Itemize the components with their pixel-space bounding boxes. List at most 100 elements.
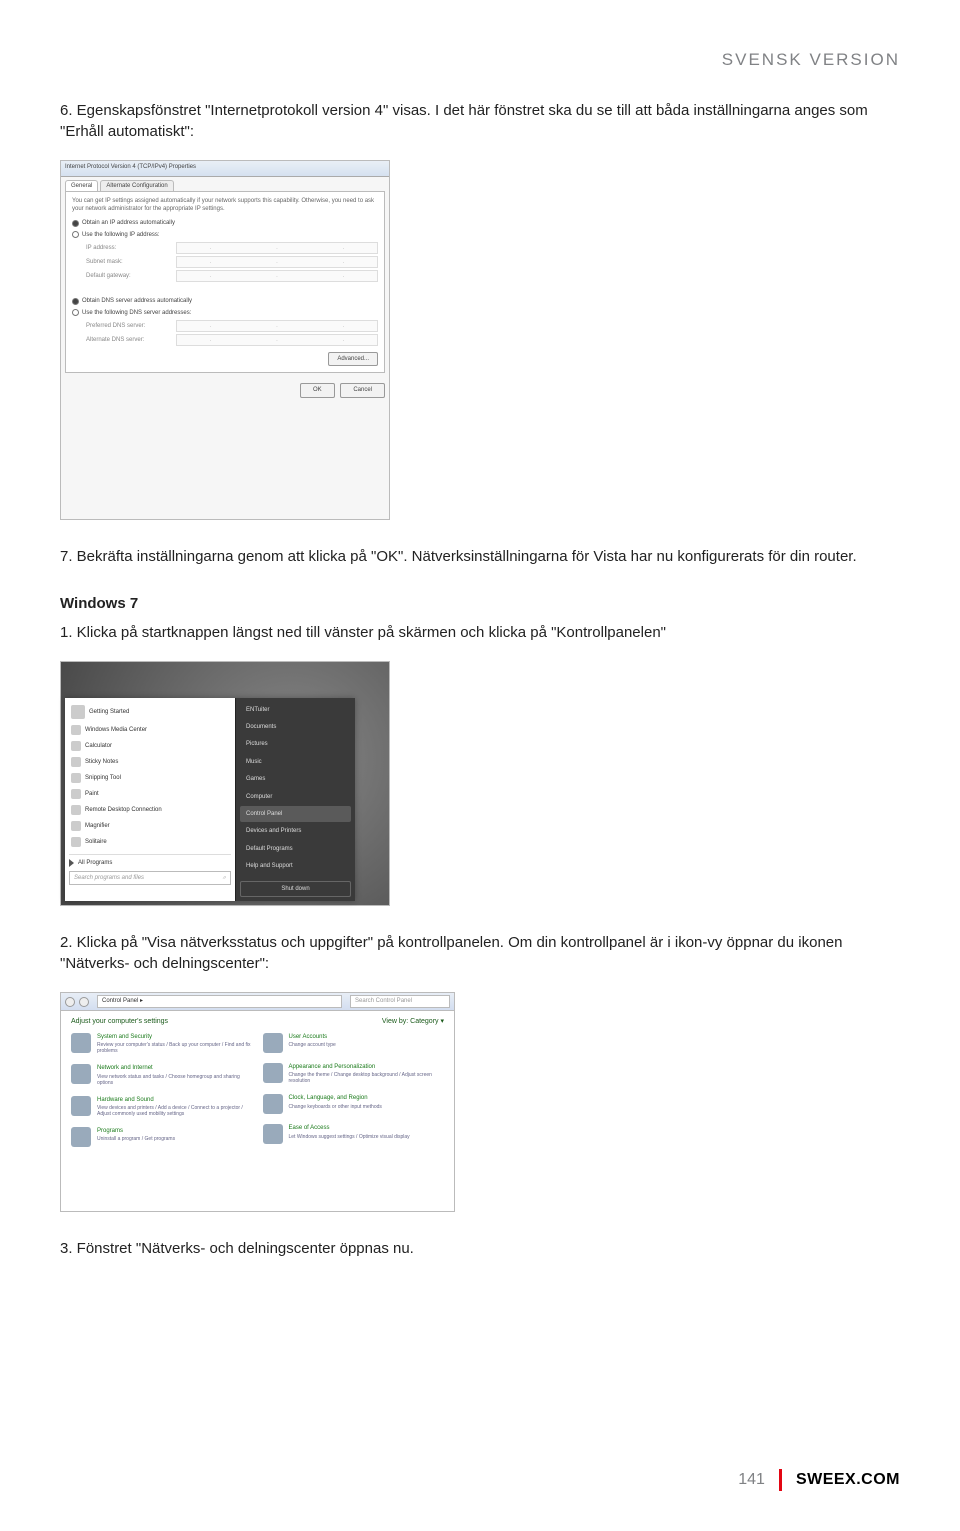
breadcrumb[interactable]: Control Panel ▸ (97, 995, 342, 1007)
ss1-body: You can get IP settings assigned automat… (65, 191, 385, 373)
page-footer: 141 SWEEX.COM (738, 1469, 900, 1491)
app-icon (71, 773, 81, 783)
start-item[interactable]: Remote Desktop Connection (69, 802, 231, 818)
ss1-tab-general[interactable]: General (65, 180, 98, 191)
step-6: 6. Egenskapsfönstret "Internetprotokoll … (60, 100, 900, 142)
start-search[interactable]: Search programs and files⌕ (69, 871, 231, 885)
ss1-tab-alternate[interactable]: Alternate Configuration (100, 180, 173, 191)
start-item[interactable]: Snipping Tool (69, 770, 231, 786)
category-sub: Let Windows suggest settings / Optimize … (289, 1134, 410, 1140)
ip-field[interactable]: ... (176, 334, 378, 346)
start-right-item[interactable]: Documents (240, 719, 351, 735)
radio-label: Use the following IP address: (82, 231, 160, 239)
ip-field[interactable]: ... (176, 242, 378, 254)
nav-forward-icon[interactable] (79, 997, 89, 1007)
category-sub: Change account type (289, 1042, 336, 1048)
cp-category[interactable]: System and SecurityReview your computer'… (71, 1033, 253, 1054)
start-item[interactable]: Getting Started (69, 702, 231, 722)
footer-divider (779, 1469, 782, 1491)
start-item[interactable]: Solitaire (69, 834, 231, 850)
start-item-label: Windows Media Center (85, 726, 147, 734)
category-heading: Clock, Language, and Region (289, 1094, 382, 1102)
advanced-button[interactable]: Advanced... (328, 352, 378, 366)
start-item[interactable]: Calculator (69, 738, 231, 754)
cp-category[interactable]: Hardware and SoundView devices and print… (71, 1096, 253, 1117)
ok-button[interactable]: OK (300, 383, 335, 397)
start-right-item[interactable]: Default Programs (240, 841, 351, 857)
start-menu: Getting Started Windows Media Center Calcu… (65, 698, 355, 901)
category-heading: Appearance and Personalization (289, 1063, 445, 1071)
start-right-item[interactable]: Control Panel (240, 806, 351, 822)
app-icon (71, 741, 81, 751)
start-right-item[interactable]: Devices and Printers (240, 823, 351, 839)
ss1-titlebar: Internet Protocol Version 4 (TCP/IPv4) P… (61, 161, 389, 177)
start-right-item[interactable]: Computer (240, 789, 351, 805)
ss1-radio-use-ip[interactable]: Use the following IP address: (72, 231, 378, 239)
ss3-columns: System and SecurityReview your computer'… (61, 1033, 454, 1157)
ss1-desc: You can get IP settings assigned automat… (72, 198, 378, 213)
nav-back-icon[interactable] (65, 997, 75, 1007)
start-item[interactable]: Windows Media Center (69, 722, 231, 738)
category-icon (263, 1063, 283, 1083)
screenshot-ipv4-properties: Internet Protocol Version 4 (TCP/IPv4) P… (60, 160, 390, 520)
cancel-button[interactable]: Cancel (340, 383, 385, 397)
radio-icon (72, 220, 79, 227)
app-icon (71, 837, 81, 847)
start-right-pane: ENTuiterDocumentsPictures MusicGames Compu… (235, 698, 355, 901)
category-sub: Review your computer's status / Back up … (97, 1042, 253, 1054)
radio-icon (72, 309, 79, 316)
shutdown-button[interactable]: Shut down (240, 881, 351, 897)
cp-category[interactable]: ProgramsUninstall a program / Get progra… (71, 1127, 253, 1147)
radio-icon (72, 231, 79, 238)
cp-category[interactable]: User AccountsChange account type (263, 1033, 445, 1053)
category-heading: Network and Internet (97, 1064, 253, 1072)
start-right-item[interactable]: Music (240, 754, 351, 770)
start-item-label: Sticky Notes (85, 758, 118, 766)
all-programs[interactable]: All Programs (69, 854, 231, 867)
all-programs-label: All Programs (78, 859, 112, 867)
start-right-item[interactable]: Help and Support (240, 858, 351, 874)
page-header: SVENSK VERSION (60, 50, 900, 70)
ss3-left-col: System and SecurityReview your computer'… (71, 1033, 253, 1157)
cp-category[interactable]: Clock, Language, and RegionChange keyboa… (263, 1094, 445, 1114)
start-item[interactable]: Magnifier (69, 818, 231, 834)
step-w2: 2. Klicka på "Visa nätverksstatus och up… (60, 932, 900, 974)
start-right-item[interactable]: Pictures (240, 736, 351, 752)
start-left-pane: Getting Started Windows Media Center Calcu… (65, 698, 235, 901)
ss1-tabs: General Alternate Configuration (61, 177, 389, 191)
start-item-label: Solitaire (85, 838, 107, 846)
start-right-item[interactable]: ENTuiter (240, 702, 351, 718)
ss1-subnet-row: Subnet mask:... (86, 256, 378, 268)
cp-category[interactable]: Appearance and PersonalizationChange the… (263, 1063, 445, 1084)
page-number: 141 (738, 1471, 765, 1489)
cp-category[interactable]: Ease of AccessLet Windows suggest settin… (263, 1124, 445, 1144)
ss3-right-col: User AccountsChange account type Appearan… (263, 1033, 445, 1157)
cp-category[interactable]: Network and InternetView network status … (71, 1064, 253, 1085)
start-item[interactable]: Paint (69, 786, 231, 802)
ip-field[interactable]: ... (176, 270, 378, 282)
app-icon (71, 805, 81, 815)
start-item[interactable]: Sticky Notes (69, 754, 231, 770)
ip-field[interactable]: ... (176, 320, 378, 332)
ss3-topbar: Control Panel ▸ Search Control Panel (61, 993, 454, 1011)
arrow-icon (69, 859, 74, 867)
ss1-radio-obtain-dns[interactable]: Obtain DNS server address automatically (72, 297, 378, 305)
start-right-item[interactable]: Games (240, 771, 351, 787)
search-icon: ⌕ (223, 874, 226, 882)
category-sub: View devices and printers / Add a device… (97, 1105, 253, 1117)
step-w1: 1. Klicka på startknappen längst ned til… (60, 622, 900, 643)
view-by[interactable]: View by: Category ▾ (382, 1017, 444, 1027)
search-input[interactable]: Search Control Panel (350, 995, 450, 1007)
adjust-heading: Adjust your computer's settings (71, 1017, 168, 1027)
content-area: 6. Egenskapsfönstret "Internetprotokoll … (60, 100, 900, 1259)
ss1-radio-use-dns[interactable]: Use the following DNS server addresses: (72, 309, 378, 317)
ss1-radio-obtain-ip[interactable]: Obtain an IP address automatically (72, 219, 378, 227)
start-item-label: Paint (85, 790, 99, 798)
field-label: IP address: (86, 244, 176, 252)
ss1-advanced-row: Advanced... (72, 352, 378, 366)
start-item-label: Remote Desktop Connection (85, 806, 162, 814)
ip-field[interactable]: ... (176, 256, 378, 268)
category-sub: Change the theme / Change desktop backgr… (289, 1072, 445, 1084)
category-icon (263, 1124, 283, 1144)
start-item-label: Snipping Tool (85, 774, 121, 782)
